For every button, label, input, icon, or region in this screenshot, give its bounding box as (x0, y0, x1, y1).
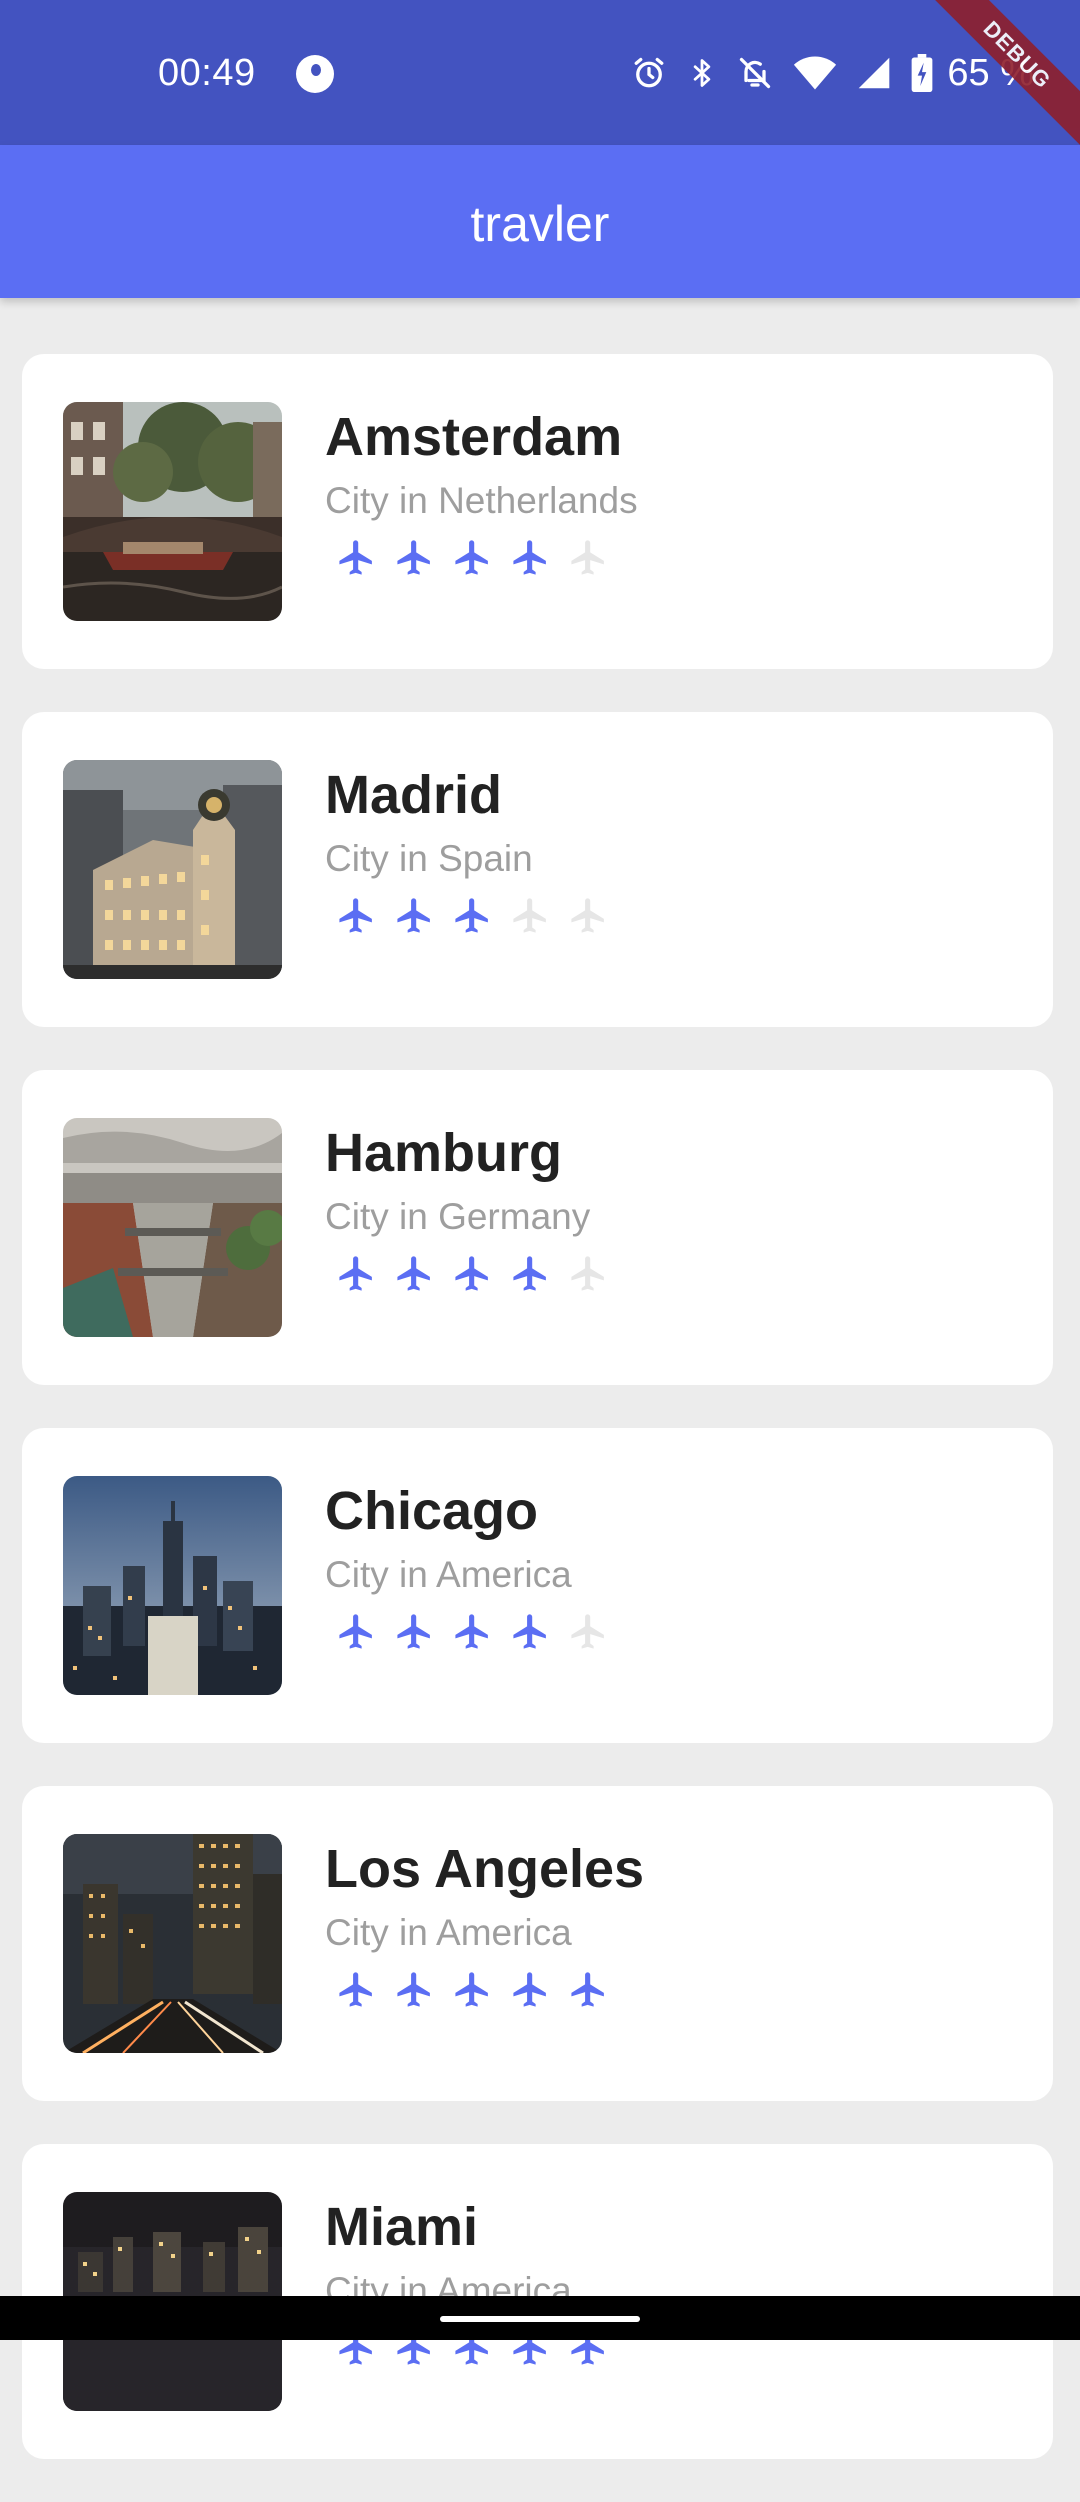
cell-signal-icon (859, 57, 890, 89)
city-card[interactable]: Hamburg City in Germany (22, 1070, 1053, 1385)
airplane-icon (455, 1972, 488, 2007)
airplane-icon (397, 1614, 430, 1649)
app-bar: travler (0, 145, 1080, 298)
system-navigation-bar (0, 2296, 1080, 2340)
status-time: 00:49 (158, 52, 256, 94)
do-not-disturb-icon (740, 57, 771, 89)
airplane-icon (513, 1614, 546, 1649)
airplane-icon (571, 1614, 604, 1649)
alarm-icon (634, 57, 664, 88)
city-photo (63, 1118, 282, 1337)
city-card[interactable]: Madrid City in Spain (22, 712, 1053, 1027)
city-list[interactable]: Amsterdam City in Netherlands Madrid Cit… (22, 354, 1053, 2502)
city-name: Hamburg (325, 1123, 563, 1183)
city-subtitle: City in America (325, 1912, 572, 1953)
city-photo (63, 402, 282, 621)
city-subtitle: City in America (325, 1554, 572, 1595)
rating (336, 1611, 609, 1652)
city-subtitle: City in Germany (325, 1196, 591, 1237)
wifi-icon (794, 56, 837, 90)
airplane-icon (455, 540, 488, 575)
status-bar: 00:49 65 % DEBUG (0, 0, 1080, 150)
home-gesture-handle[interactable] (440, 2316, 640, 2322)
app-notification-icon (296, 55, 334, 93)
airplane-icon (397, 1972, 430, 2007)
city-card[interactable]: Chicago City in America (22, 1428, 1053, 1743)
airplane-icon (397, 540, 430, 575)
airplane-icon (513, 1972, 546, 2007)
city-photo (63, 760, 282, 979)
city-name: Madrid (325, 765, 503, 825)
airplane-icon (513, 1256, 546, 1291)
rating (336, 1969, 609, 2010)
airplane-icon (397, 898, 430, 933)
airplane-icon (455, 1614, 488, 1649)
city-subtitle: City in Spain (325, 838, 533, 879)
battery-percentage: 65 % (947, 51, 1034, 94)
rating (336, 537, 609, 578)
city-subtitle: City in Netherlands (325, 480, 638, 521)
city-card[interactable]: Amsterdam City in Netherlands (22, 354, 1053, 669)
airplane-icon (571, 1972, 604, 2007)
airplane-icon (571, 540, 604, 575)
city-name: Amsterdam (325, 407, 623, 467)
rating (336, 895, 609, 936)
city-name: Miami (325, 2197, 479, 2257)
airplane-icon (339, 540, 372, 575)
rating (336, 1253, 609, 1294)
airplane-icon (339, 898, 372, 933)
status-icons: 65 % (631, 50, 1034, 96)
city-name: Chicago (325, 1481, 539, 1541)
city-photo (63, 1476, 282, 1695)
airplane-icon (571, 1256, 604, 1291)
airplane-icon (455, 1256, 488, 1291)
battery-charging-icon (912, 54, 933, 92)
airplane-icon (455, 898, 488, 933)
airplane-icon (339, 1256, 372, 1291)
city-card[interactable]: Los Angeles City in America (22, 1786, 1053, 2101)
airplane-icon (513, 540, 546, 575)
city-photo (63, 1834, 282, 2053)
airplane-icon (339, 1972, 372, 2007)
bluetooth-icon (694, 59, 711, 87)
app-title: travler (470, 196, 610, 252)
airplane-icon (339, 1614, 372, 1649)
city-name: Los Angeles (325, 1839, 645, 1899)
airplane-icon (397, 1256, 430, 1291)
airplane-icon (513, 898, 546, 933)
airplane-icon (571, 898, 604, 933)
